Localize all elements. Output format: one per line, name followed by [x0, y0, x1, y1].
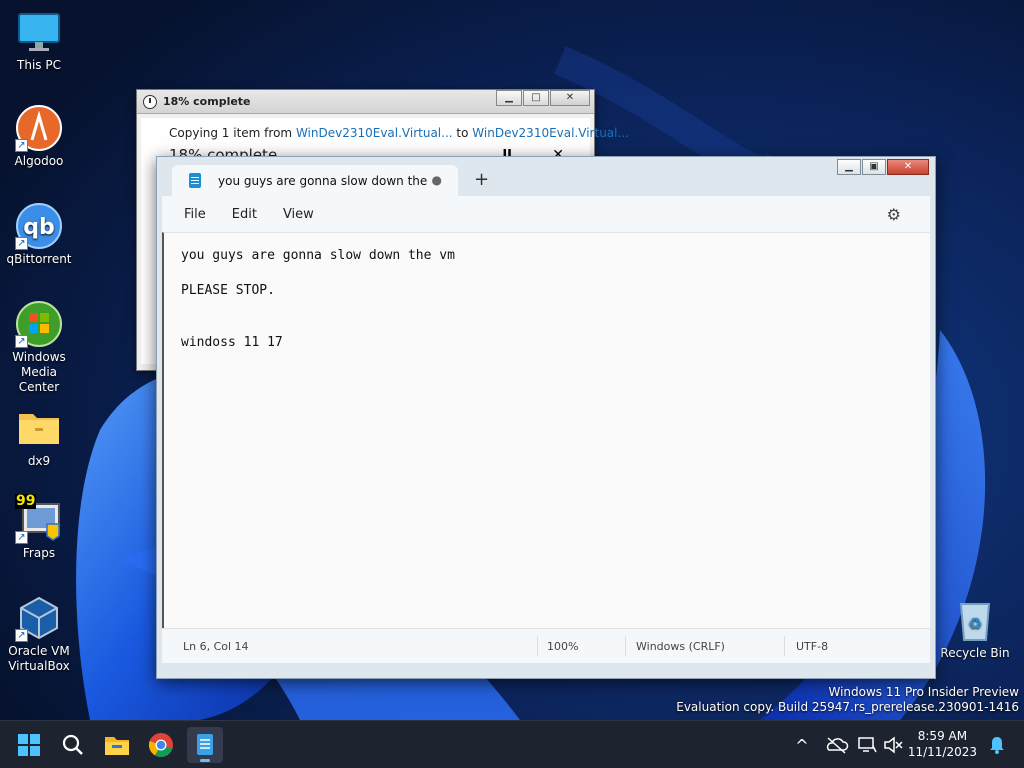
text-editor[interactable]: you guys are gonna slow down the vm PLEA…	[162, 232, 930, 628]
search-button[interactable]	[55, 727, 91, 763]
desktop-icon-virtualbox[interactable]: ↗ Oracle VM VirtualBox	[0, 594, 78, 674]
desktop-icon-algodoo[interactable]: ↗ Algodoo	[0, 104, 78, 169]
network-icon[interactable]	[856, 735, 878, 755]
new-tab-button[interactable]: +	[474, 169, 489, 190]
windows-media-center-icon: ↗	[15, 300, 63, 348]
qbittorrent-icon: qb ↗	[15, 202, 63, 250]
desktop-icon-qbittorrent[interactable]: qb ↗ qBittorrent	[0, 202, 78, 267]
chrome-button[interactable]	[143, 727, 179, 763]
tab-title: you guys are gonna slow down the	[218, 173, 428, 188]
settings-gear-icon[interactable]: ⚙	[874, 205, 914, 224]
virtualbox-icon: ↗	[15, 594, 63, 642]
shortcut-arrow-icon: ↗	[15, 139, 28, 152]
menu-view[interactable]: View	[270, 207, 327, 222]
notepad-tabbar[interactable]: you guys are gonna slow down the ● + ▁ ▣…	[157, 157, 935, 196]
evaluation-watermark: Windows 11 Pro Insider Preview Evaluatio…	[676, 685, 1019, 715]
desktop-icon-label: This PC	[17, 58, 61, 72]
desktop-icon-dx9[interactable]: dx9	[0, 404, 78, 469]
chrome-icon	[148, 733, 173, 757]
destination-link[interactable]: WinDev2310Eval.Virtual...	[472, 126, 629, 140]
zoom-level[interactable]: 100%	[547, 640, 578, 653]
to-text: to	[452, 126, 473, 140]
desktop-icon-recycle-bin[interactable]: ♻ Recycle Bin	[936, 596, 1014, 661]
desktop-icon-windows-media-center[interactable]: ↗ Windows Media Center	[0, 300, 78, 395]
volume-muted-icon[interactable]	[882, 735, 904, 755]
desktop-icon-label: Recycle Bin	[940, 646, 1010, 660]
desktop-icon-label: Algodoo	[14, 154, 64, 168]
desktop-icon-fraps[interactable]: 99 ↗ Fraps	[0, 493, 78, 561]
shortcut-arrow-icon: ↗	[15, 629, 28, 642]
shortcut-arrow-icon: ↗	[15, 531, 28, 544]
desktop-icon-label-line1: Windows	[12, 350, 66, 364]
folder-icon	[15, 404, 63, 452]
fraps-badge: 99	[15, 493, 37, 509]
shortcut-arrow-icon: ↗	[15, 335, 28, 348]
watermark-line1: Windows 11 Pro Insider Preview	[828, 685, 1019, 699]
clock-date: 11/11/2023	[907, 745, 977, 759]
encoding[interactable]: UTF-8	[796, 640, 828, 653]
menu-file[interactable]: File	[162, 207, 219, 222]
editor-line: windoss 11 17	[181, 335, 283, 350]
recycle-bin-icon: ♻	[951, 596, 999, 644]
copy-description: Copying 1 item from WinDev2310Eval.Virtu…	[169, 126, 629, 140]
shortcut-arrow-icon: ↗	[15, 237, 28, 250]
menu-edit[interactable]: Edit	[219, 207, 270, 222]
monitor-icon	[15, 8, 63, 56]
clock-icon	[143, 94, 157, 109]
desktop-icon-this-pc[interactable]: This PC	[0, 8, 78, 73]
close-button[interactable]: ✕	[887, 159, 929, 175]
taskbar-clock[interactable]: 8:59 AM 11/11/2023	[908, 728, 977, 760]
notepad-icon	[197, 734, 213, 755]
cursor-position: Ln 6, Col 14	[183, 640, 249, 653]
desktop-icon-label: dx9	[27, 454, 51, 468]
restore-button[interactable]: ▣	[862, 159, 886, 175]
start-button[interactable]	[11, 727, 47, 763]
fraps-icon: 99 ↗	[15, 493, 63, 544]
notepad-menubar: File Edit View ⚙	[162, 196, 930, 232]
source-link[interactable]: WinDev2310Eval.Virtual...	[296, 126, 453, 140]
minimize-button[interactable]: ▁	[837, 159, 861, 175]
notification-bell-icon[interactable]	[988, 735, 1006, 755]
copy-dialog-titlebar[interactable]: 18% complete ▁ □ ✕	[137, 90, 594, 114]
notepad-window[interactable]: you guys are gonna slow down the ● + ▁ ▣…	[156, 156, 936, 679]
onedrive-offline-icon[interactable]	[824, 735, 850, 755]
notepad-taskbar-button[interactable]	[187, 727, 223, 763]
watermark-line2: Evaluation copy. Build 25947.rs_prerelea…	[676, 700, 1019, 714]
svg-text:♻: ♻	[968, 614, 982, 633]
editor-line: you guys are gonna slow down the vm	[181, 248, 455, 263]
notepad-icon	[189, 173, 201, 188]
line-ending[interactable]: Windows (CRLF)	[636, 640, 725, 653]
system-tray: ^	[792, 721, 904, 768]
desktop-icon-label: Fraps	[22, 546, 56, 560]
notepad-statusbar: Ln 6, Col 14 100% Windows (CRLF) UTF-8	[162, 628, 930, 663]
close-button[interactable]: ✕	[550, 90, 590, 106]
minimize-button[interactable]: ▁	[496, 90, 522, 106]
search-icon	[62, 734, 83, 755]
clock-time: 8:59 AM	[917, 729, 968, 743]
maximize-button[interactable]: □	[523, 90, 549, 106]
editor-line: PLEASE STOP.	[181, 283, 275, 298]
unsaved-indicator[interactable]: ●	[432, 173, 442, 187]
notepad-tab[interactable]: you guys are gonna slow down the ●	[172, 165, 458, 196]
algodoo-icon: ↗	[15, 104, 63, 152]
desktop-icon-label-line2: VirtualBox	[8, 659, 70, 673]
start-icon	[18, 734, 40, 756]
copy-prefix-text: Copying 1 item from	[169, 126, 296, 140]
show-hidden-icons-chevron[interactable]: ^	[792, 736, 812, 755]
desktop-icon-label-line2: Media Center	[18, 365, 60, 394]
taskbar: ^ 8:59 AM 11/11/2023	[0, 720, 1024, 768]
desktop-icon-label: qBittorrent	[6, 252, 72, 266]
desktop-icon-label-line1: Oracle VM	[8, 644, 70, 658]
copy-dialog-title: 18% complete	[163, 95, 251, 108]
file-explorer-button[interactable]	[99, 727, 135, 763]
file-explorer-icon	[105, 737, 129, 755]
